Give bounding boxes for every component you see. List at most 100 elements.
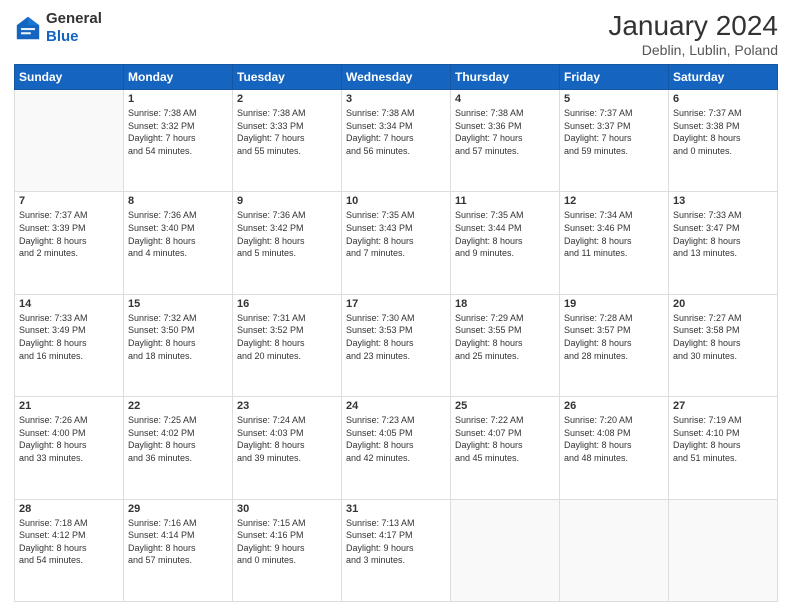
day-number: 29	[128, 503, 228, 515]
header-monday: Monday	[124, 65, 233, 90]
day-info: Sunrise: 7:38 AM Sunset: 3:34 PM Dayligh…	[346, 107, 446, 157]
day-number: 21	[19, 400, 119, 412]
day-cell: 2Sunrise: 7:38 AM Sunset: 3:33 PM Daylig…	[233, 90, 342, 192]
week-row-3: 21 Sunrise: 7:26 AM Sunset: 4:00 PM Dayli…	[15, 397, 778, 499]
logo-general: General	[46, 10, 102, 27]
day-cell	[560, 499, 669, 601]
day-cell: 25 Sunrise: 7:22 AM Sunset: 4:07 PM Dayli…	[451, 397, 560, 499]
day-cell: 31Sunrise: 7:13 AM Sunset: 4:17 PM Dayli…	[342, 499, 451, 601]
logo-text: General Blue	[46, 10, 102, 46]
day-info: Sunrise: 7:16 AM Sunset: 4:14 PM Dayligh…	[128, 517, 228, 567]
day-info: Sunrise: 7:35 AM Sunset: 3:44 PM Dayligh…	[455, 209, 555, 259]
day-info: Sunrise: 7:23 AM Sunset: 4:05 PM Dayligh…	[346, 414, 446, 464]
day-cell: 22 Sunrise: 7:25 AM Sunset: 4:02 PM Dayli…	[124, 397, 233, 499]
day-info: Sunrise: 7:37 AM Sunset: 3:38 PM Dayligh…	[673, 107, 773, 157]
day-cell: 8 Sunrise: 7:36 AM Sunset: 3:40 PM Daylig…	[124, 192, 233, 294]
day-number: 6	[673, 93, 773, 105]
day-number: 2	[237, 93, 337, 105]
day-cell: 18 Sunrise: 7:29 AM Sunset: 3:55 PM Dayli…	[451, 294, 560, 396]
header-sunday: Sunday	[15, 65, 124, 90]
day-info: Sunrise: 7:24 AM Sunset: 4:03 PM Dayligh…	[237, 414, 337, 464]
day-info: Sunrise: 7:38 AM Sunset: 3:32 PM Dayligh…	[128, 107, 228, 157]
day-cell: 21 Sunrise: 7:26 AM Sunset: 4:00 PM Dayli…	[15, 397, 124, 499]
day-info: Sunrise: 7:20 AM Sunset: 4:08 PM Dayligh…	[564, 414, 664, 464]
day-cell: 19 Sunrise: 7:28 AM Sunset: 3:57 PM Dayli…	[560, 294, 669, 396]
day-info: Sunrise: 7:32 AM Sunset: 3:50 PM Dayligh…	[128, 312, 228, 362]
day-number: 10	[346, 195, 446, 207]
page: General Blue January 2024 Deblin, Lublin…	[0, 0, 792, 612]
day-number: 27	[673, 400, 773, 412]
day-cell: 10Sunrise: 7:35 AM Sunset: 3:43 PM Dayli…	[342, 192, 451, 294]
day-info: Sunrise: 7:26 AM Sunset: 4:00 PM Dayligh…	[19, 414, 119, 464]
day-number: 8	[128, 195, 228, 207]
main-title: January 2024	[608, 10, 778, 42]
day-number: 19	[564, 298, 664, 310]
day-info: Sunrise: 7:30 AM Sunset: 3:53 PM Dayligh…	[346, 312, 446, 362]
day-number: 24	[346, 400, 446, 412]
day-number: 1	[128, 93, 228, 105]
day-cell: 14Sunrise: 7:33 AM Sunset: 3:49 PM Dayli…	[15, 294, 124, 396]
day-number: 26	[564, 400, 664, 412]
day-cell: 12 Sunrise: 7:34 AM Sunset: 3:46 PM Dayli…	[560, 192, 669, 294]
weekday-header-row: Sunday Monday Tuesday Wednesday Thursday…	[15, 65, 778, 90]
logo: General Blue	[14, 10, 102, 46]
day-cell: 11 Sunrise: 7:35 AM Sunset: 3:44 PM Dayli…	[451, 192, 560, 294]
day-cell: 13Sunrise: 7:33 AM Sunset: 3:47 PM Dayli…	[669, 192, 778, 294]
day-cell: 26 Sunrise: 7:20 AM Sunset: 4:08 PM Dayli…	[560, 397, 669, 499]
header-tuesday: Tuesday	[233, 65, 342, 90]
day-cell: 6 Sunrise: 7:37 AM Sunset: 3:38 PM Daylig…	[669, 90, 778, 192]
day-info: Sunrise: 7:28 AM Sunset: 3:57 PM Dayligh…	[564, 312, 664, 362]
week-row-4: 28Sunrise: 7:18 AM Sunset: 4:12 PM Dayli…	[15, 499, 778, 601]
day-cell: 4Sunrise: 7:38 AM Sunset: 3:36 PM Daylig…	[451, 90, 560, 192]
day-cell	[669, 499, 778, 601]
day-cell: 24 Sunrise: 7:23 AM Sunset: 4:05 PM Dayli…	[342, 397, 451, 499]
day-cell	[15, 90, 124, 192]
day-number: 15	[128, 298, 228, 310]
day-info: Sunrise: 7:36 AM Sunset: 3:40 PM Dayligh…	[128, 209, 228, 259]
calendar: Sunday Monday Tuesday Wednesday Thursday…	[14, 64, 778, 602]
logo-icon	[14, 14, 42, 42]
day-cell	[451, 499, 560, 601]
day-info: Sunrise: 7:31 AM Sunset: 3:52 PM Dayligh…	[237, 312, 337, 362]
week-row-1: 7Sunrise: 7:37 AM Sunset: 3:39 PM Daylig…	[15, 192, 778, 294]
day-number: 28	[19, 503, 119, 515]
header-friday: Friday	[560, 65, 669, 90]
day-cell: 9 Sunrise: 7:36 AM Sunset: 3:42 PM Daylig…	[233, 192, 342, 294]
day-number: 20	[673, 298, 773, 310]
day-cell: 30Sunrise: 7:15 AM Sunset: 4:16 PM Dayli…	[233, 499, 342, 601]
day-number: 22	[128, 400, 228, 412]
header-saturday: Saturday	[669, 65, 778, 90]
day-cell: 7Sunrise: 7:37 AM Sunset: 3:39 PM Daylig…	[15, 192, 124, 294]
day-info: Sunrise: 7:36 AM Sunset: 3:42 PM Dayligh…	[237, 209, 337, 259]
day-info: Sunrise: 7:22 AM Sunset: 4:07 PM Dayligh…	[455, 414, 555, 464]
day-cell: 1 Sunrise: 7:38 AM Sunset: 3:32 PM Daylig…	[124, 90, 233, 192]
day-info: Sunrise: 7:29 AM Sunset: 3:55 PM Dayligh…	[455, 312, 555, 362]
day-info: Sunrise: 7:34 AM Sunset: 3:46 PM Dayligh…	[564, 209, 664, 259]
day-number: 4	[455, 93, 555, 105]
day-number: 14	[19, 298, 119, 310]
day-info: Sunrise: 7:33 AM Sunset: 3:47 PM Dayligh…	[673, 209, 773, 259]
day-number: 9	[237, 195, 337, 207]
day-cell: 23 Sunrise: 7:24 AM Sunset: 4:03 PM Dayli…	[233, 397, 342, 499]
day-number: 25	[455, 400, 555, 412]
day-cell: 27 Sunrise: 7:19 AM Sunset: 4:10 PM Dayli…	[669, 397, 778, 499]
day-info: Sunrise: 7:19 AM Sunset: 4:10 PM Dayligh…	[673, 414, 773, 464]
header-wednesday: Wednesday	[342, 65, 451, 90]
day-cell: 16 Sunrise: 7:31 AM Sunset: 3:52 PM Dayli…	[233, 294, 342, 396]
subtitle: Deblin, Lublin, Poland	[608, 42, 778, 58]
day-cell: 5 Sunrise: 7:37 AM Sunset: 3:37 PM Daylig…	[560, 90, 669, 192]
day-cell: 29 Sunrise: 7:16 AM Sunset: 4:14 PM Dayli…	[124, 499, 233, 601]
day-number: 12	[564, 195, 664, 207]
day-cell: 17Sunrise: 7:30 AM Sunset: 3:53 PM Dayli…	[342, 294, 451, 396]
day-number: 23	[237, 400, 337, 412]
day-number: 18	[455, 298, 555, 310]
day-number: 11	[455, 195, 555, 207]
week-row-2: 14Sunrise: 7:33 AM Sunset: 3:49 PM Dayli…	[15, 294, 778, 396]
day-info: Sunrise: 7:25 AM Sunset: 4:02 PM Dayligh…	[128, 414, 228, 464]
day-number: 16	[237, 298, 337, 310]
day-number: 5	[564, 93, 664, 105]
day-cell: 3Sunrise: 7:38 AM Sunset: 3:34 PM Daylig…	[342, 90, 451, 192]
day-info: Sunrise: 7:27 AM Sunset: 3:58 PM Dayligh…	[673, 312, 773, 362]
day-info: Sunrise: 7:37 AM Sunset: 3:37 PM Dayligh…	[564, 107, 664, 157]
day-info: Sunrise: 7:37 AM Sunset: 3:39 PM Dayligh…	[19, 209, 119, 259]
